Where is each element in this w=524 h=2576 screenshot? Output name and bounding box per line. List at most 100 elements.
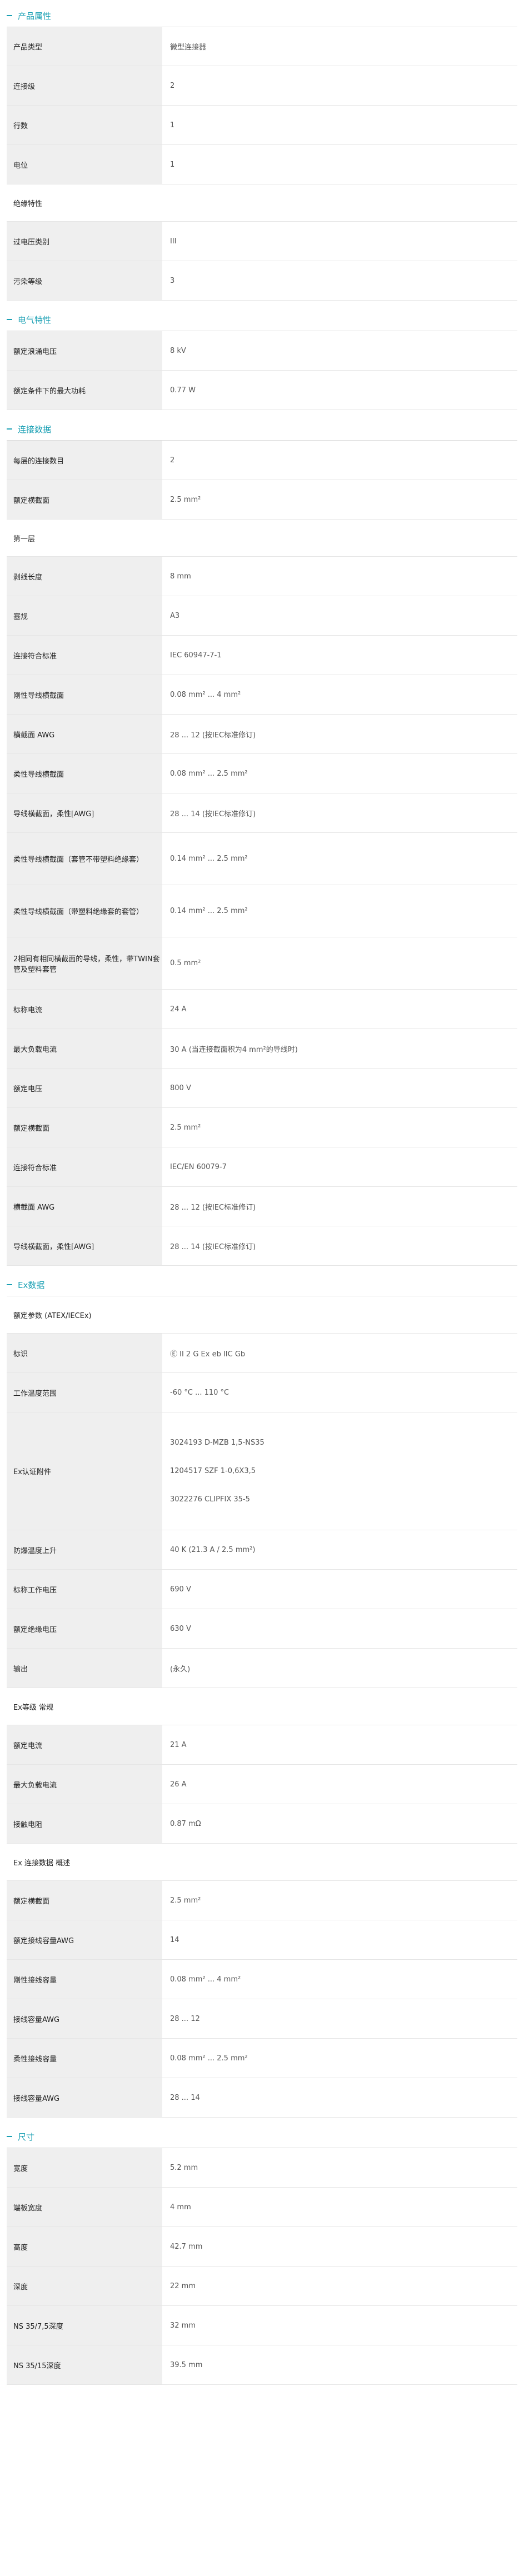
spec-row: 连接符合标准 IEC/EN 60079-7 (7, 1147, 517, 1187)
spec-value: 2.5 mm² (162, 480, 517, 519)
collapse-dash-icon (7, 319, 12, 320)
section-header[interactable]: 尺寸 (7, 2125, 517, 2148)
spec-row: 标称电流 24 A (7, 990, 517, 1029)
spec-value: 0.08 mm² ... 4 mm² (162, 675, 517, 714)
spec-value: 1 (162, 145, 517, 184)
spec-value: 0.14 mm² ... 2.5 mm² (162, 833, 517, 885)
section-header[interactable]: Ex数据 (7, 1274, 517, 1296)
spec-row: 柔性导线横截面（带塑料绝缘套的套管） 0.14 mm² ... 2.5 mm² (7, 885, 517, 937)
spec-label: 柔性导线横截面（带塑料绝缘套的套管） (7, 885, 162, 937)
spec-row: 标识 Ⓔ II 2 G Ex eb IIC Gb (7, 1334, 517, 1373)
spec-row: 最大负载电流 26 A (7, 1765, 517, 1804)
spec-value-line: -60 °C ... 110 °C (170, 1388, 229, 1397)
section-header[interactable]: 产品属性 (7, 4, 517, 27)
spec-value: 0.14 mm² ... 2.5 mm² (162, 885, 517, 937)
spec-value: 8 mm (162, 557, 517, 596)
spec-label: 端板宽度 (7, 2188, 162, 2226)
spec-value-line: 28 ... 14 (170, 2093, 200, 2102)
spec-label: 行数 (7, 106, 162, 144)
spec-row: NS 35/15深度 39.5 mm (7, 2345, 517, 2385)
spec-value-line: 28 ... 14 (按IEC标准修订) (170, 810, 256, 818)
spec-value-line: 32 mm (170, 2321, 196, 2330)
spec-label: 最大负载电流 (7, 1765, 162, 1804)
spec-value: 1 (162, 106, 517, 144)
spec-value-line: 1 (170, 121, 175, 129)
spec-row: 工作温度范围 -60 °C ... 110 °C (7, 1373, 517, 1412)
collapse-dash-icon (7, 15, 12, 16)
spec-label: 最大负载电流 (7, 1029, 162, 1068)
section-title: Ex数据 (18, 1280, 45, 1290)
spec-value-line: 0.77 W (170, 386, 196, 395)
spec-value-line: IEC/EN 60079-7 (170, 1162, 227, 1171)
spec-label: NS 35/7,5深度 (7, 2306, 162, 2345)
section-header[interactable]: 电气特性 (7, 308, 517, 331)
spec-label: 额定电压 (7, 1069, 162, 1107)
spec-value-line: 8 kV (170, 346, 186, 355)
spec-row: 2相同有相同横截面的导线，柔性，带TWIN套管及塑料套管 0.5 mm² (7, 937, 517, 990)
spec-row: 柔性接线容量 0.08 mm² ... 2.5 mm² (7, 2039, 517, 2078)
spec-row: 柔性导线横截面 0.08 mm² ... 2.5 mm² (7, 754, 517, 793)
spec-label: 接触电阻 (7, 1804, 162, 1843)
spec-row: 额定横截面 2.5 mm² (7, 480, 517, 520)
spec-row: 高度 42.7 mm (7, 2227, 517, 2267)
spec-value-line: 2.5 mm² (170, 495, 201, 504)
spec-label: 额定横截面 (7, 1108, 162, 1147)
spec-row: 行数 1 (7, 106, 517, 145)
spec-value: 3 (162, 261, 517, 300)
spec-row: 防爆温度上升 40 K (21.3 A / 2.5 mm²) (7, 1530, 517, 1570)
spec-label: 导线横截面，柔性[AWG] (7, 793, 162, 832)
spec-row: 接线容量AWG 28 ... 14 (7, 2078, 517, 2118)
spec-value-line: 2 (170, 456, 175, 465)
spec-value: 5.2 mm (162, 2148, 517, 2187)
section-header[interactable]: 连接数据 (7, 418, 517, 440)
spec-label: 柔性导线横截面（套管不带塑料绝缘套） (7, 833, 162, 885)
spec-value-line: 3024193 D-MZB 1,5-NS35 (170, 1439, 265, 1447)
spec-row: 连接符合标准 IEC 60947-7-1 (7, 636, 517, 675)
spec-row: 额定接线容量AWG 14 (7, 1920, 517, 1960)
spec-value-line: 26 A (170, 1780, 187, 1789)
spec-label: 2相同有相同横截面的导线，柔性，带TWIN套管及塑料套管 (7, 937, 162, 989)
spec-value: 21 A (162, 1725, 517, 1764)
spec-value-line: 2 (170, 81, 175, 90)
spec-row: 塞规 A3 (7, 596, 517, 636)
spec-label: 额定横截面 (7, 1881, 162, 1920)
spec-value-line: III (170, 237, 177, 246)
spec-value-line: 1 (170, 160, 175, 169)
spec-value-line: 0.14 mm² ... 2.5 mm² (170, 907, 248, 915)
spec-label: 刚性接线容量 (7, 1960, 162, 1999)
spec-value: 0.08 mm² ... 2.5 mm² (162, 754, 517, 793)
spec-row: 污染等级 3 (7, 261, 517, 301)
spec-row: 横截面 AWG 28 ... 12 (按IEC标准修订) (7, 715, 517, 754)
spec-value: 630 V (162, 1609, 517, 1648)
spec-value: Ⓔ II 2 G Ex eb IIC Gb (162, 1334, 517, 1372)
spec-value-line: 40 K (21.3 A / 2.5 mm²) (170, 1545, 256, 1554)
spec-row: 最大负载电流 30 A (当连接截面积为4 mm²的导线时) (7, 1029, 517, 1069)
spec-label: 额定绝缘电压 (7, 1609, 162, 1648)
spec-value: A3 (162, 596, 517, 635)
spec-row: 额定电流 21 A (7, 1725, 517, 1765)
spec-row: 每层的连接数目 2 (7, 441, 517, 480)
spec-label: 宽度 (7, 2148, 162, 2187)
spec-value-line: IEC 60947-7-1 (170, 651, 222, 660)
spec-label: 柔性接线容量 (7, 2039, 162, 2078)
spec-value-line: 2.5 mm² (170, 1896, 201, 1905)
spec-value-line: 0.08 mm² ... 4 mm² (170, 690, 241, 699)
spec-value-line: 3 (170, 276, 175, 285)
spec-value-line: 1204517 SZF 1-0,6X3,5 (170, 1467, 256, 1475)
spec-label: 防爆温度上升 (7, 1530, 162, 1569)
spec-row: 电位 1 (7, 145, 517, 184)
spec-row: 产品类型 微型连接器 (7, 27, 517, 66)
spec-row: 输出 (永久) (7, 1649, 517, 1688)
spec-label: 接线容量AWG (7, 2078, 162, 2117)
spec-value-line: 690 V (170, 1585, 191, 1594)
spec-row: 额定绝缘电压 630 V (7, 1609, 517, 1649)
spec-row: 标称工作电压 690 V (7, 1570, 517, 1609)
spec-value: 14 (162, 1920, 517, 1959)
spec-row: 刚性接线容量 0.08 mm² ... 4 mm² (7, 1960, 517, 1999)
spec-value: 4 mm (162, 2188, 517, 2226)
spec-label: 连接符合标准 (7, 1147, 162, 1186)
spec-value: 2 (162, 66, 517, 105)
spec-value: 微型连接器 (162, 27, 517, 66)
spec-label: 标称工作电压 (7, 1570, 162, 1609)
spec-label: 每层的连接数目 (7, 441, 162, 480)
